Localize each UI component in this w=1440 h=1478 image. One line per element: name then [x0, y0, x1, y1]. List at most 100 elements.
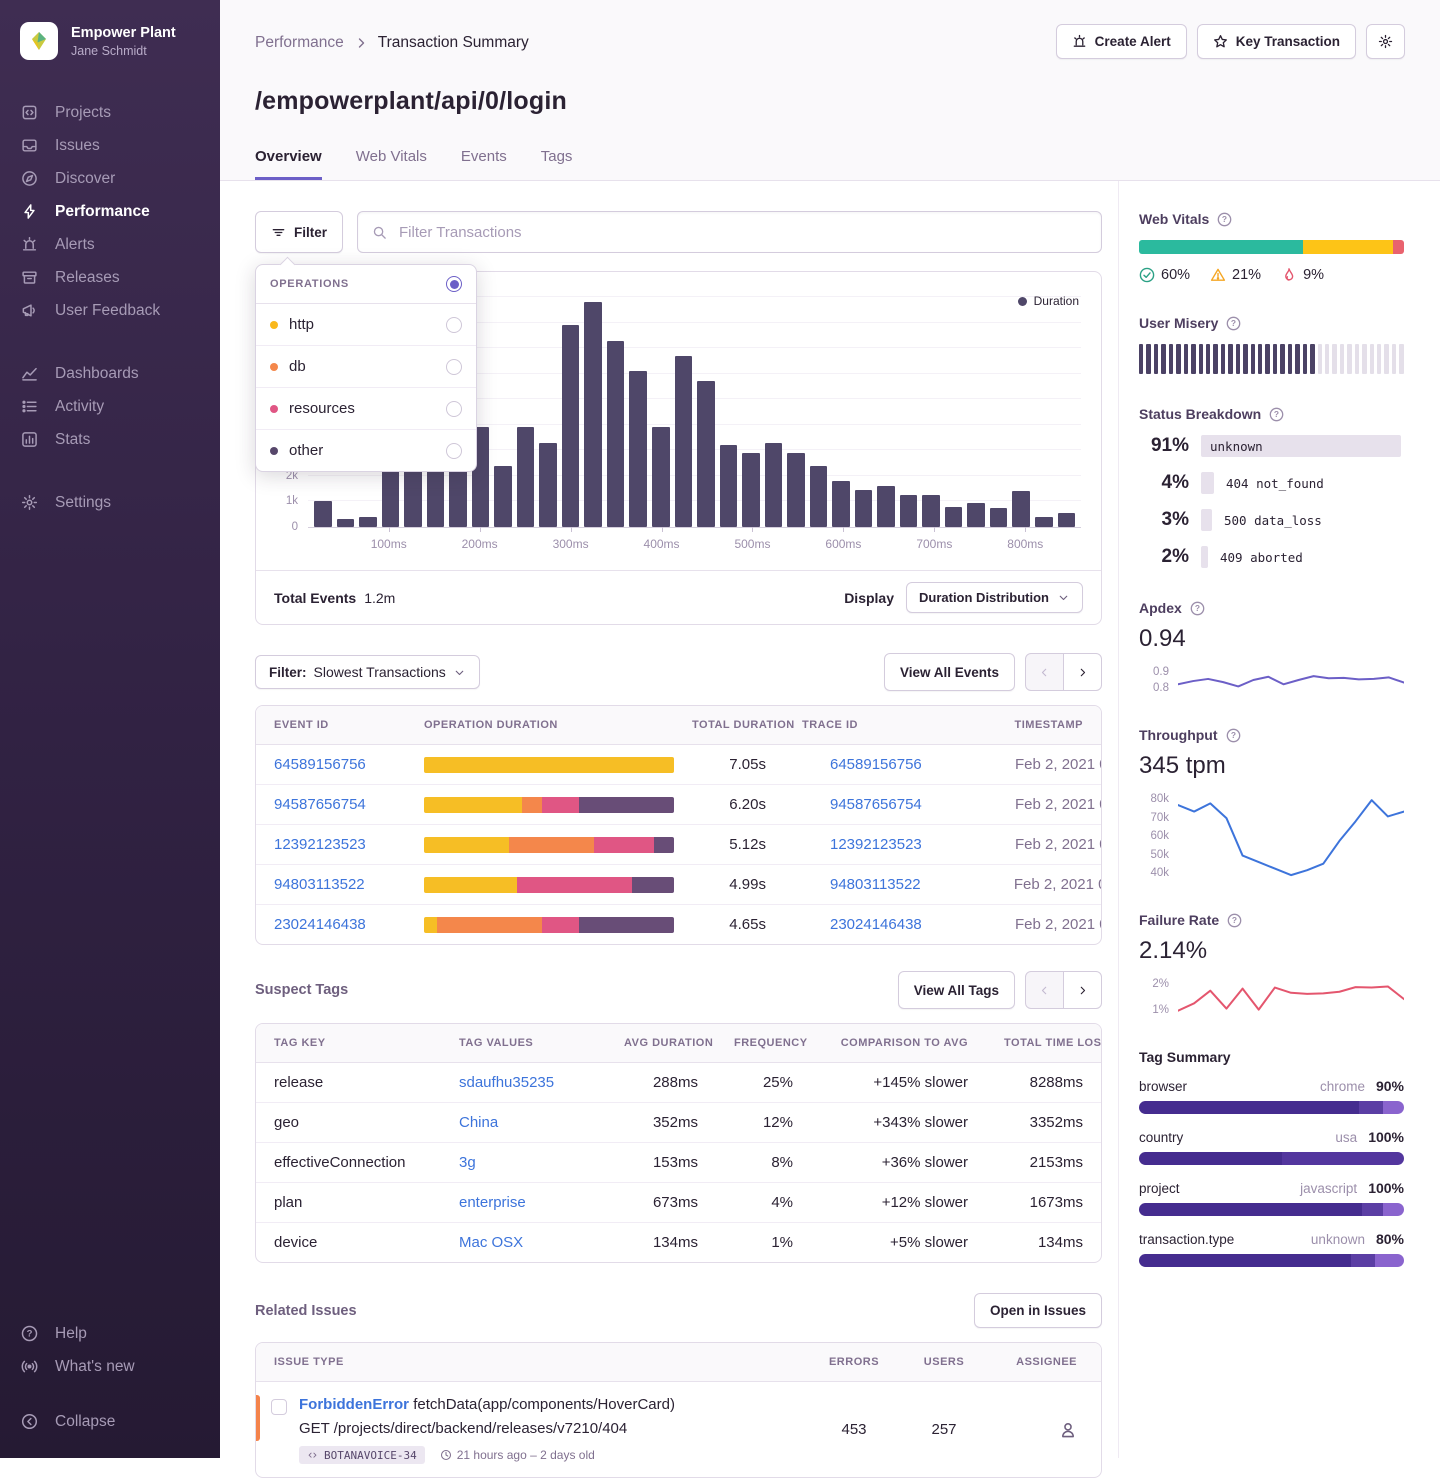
operation-option-http[interactable]: http [256, 304, 476, 345]
histogram-bar[interactable] [765, 443, 783, 527]
tag-value-link[interactable]: enterprise [459, 1194, 526, 1211]
event-row[interactable]: 23024146438 4.65s 23024146438 Feb 2, 202… [256, 904, 1101, 944]
histogram-bar[interactable] [787, 453, 805, 527]
org-switcher[interactable]: Empower Plant Jane Schmidt [0, 22, 220, 60]
tab-events[interactable]: Events [461, 148, 507, 180]
histogram-bar[interactable] [945, 507, 963, 527]
operation-radio[interactable] [446, 359, 462, 375]
event-row[interactable]: 12392123523 5.12s 12392123523 Feb 2, 202… [256, 824, 1101, 864]
operation-option-resources[interactable]: resources [256, 387, 476, 429]
view-all-events-button[interactable]: View All Events [884, 653, 1015, 691]
operations-dropdown-header[interactable]: OPERATIONS [256, 265, 476, 304]
suspect-tag-row[interactable]: release sdaufhu35235 288ms 25% +145% slo… [256, 1063, 1101, 1102]
histogram-bar[interactable] [697, 381, 715, 527]
histogram-bar[interactable] [629, 371, 647, 527]
filter-button[interactable]: Filter [255, 211, 343, 253]
sidebar-item-alerts[interactable]: Alerts [0, 228, 220, 261]
tab-web-vitals[interactable]: Web Vitals [356, 148, 427, 180]
suspect-tag-row[interactable]: device Mac OSX 134ms 1% +5% slower 134ms [256, 1222, 1101, 1262]
sidebar-item-projects[interactable]: Projects [0, 96, 220, 129]
suspect-tag-row[interactable]: plan enterprise 673ms 4% +12% slower 167… [256, 1182, 1101, 1222]
trace-id-link[interactable]: 23024146438 [830, 916, 922, 933]
operation-option-other[interactable]: other [256, 429, 476, 471]
event-id-link[interactable]: 64589156756 [274, 756, 366, 773]
tags-next-page-button[interactable] [1063, 971, 1102, 1009]
sidebar-item-activity[interactable]: Activity [0, 390, 220, 423]
suspect-tag-row[interactable]: geo China 352ms 12% +343% slower 3352ms [256, 1102, 1101, 1142]
sidebar-item-what-s-new[interactable]: What's new [0, 1350, 220, 1383]
sidebar-item-collapse[interactable]: Collapse [0, 1405, 220, 1438]
tag-value-link[interactable]: sdaufhu35235 [459, 1074, 554, 1091]
histogram-bar[interactable] [675, 356, 693, 527]
histogram-bar[interactable] [359, 517, 377, 527]
histogram-bar[interactable] [900, 495, 918, 527]
histogram-bar[interactable] [337, 519, 355, 527]
histogram-bar[interactable] [382, 466, 400, 527]
view-all-tags-button[interactable]: View All Tags [898, 971, 1015, 1009]
histogram-bar[interactable] [539, 443, 557, 527]
histogram-bar[interactable] [584, 302, 602, 527]
event-id-link[interactable]: 23024146438 [274, 916, 366, 933]
histogram-bar[interactable] [1058, 513, 1076, 527]
issue-checkbox[interactable] [271, 1399, 287, 1415]
sidebar-item-issues[interactable]: Issues [0, 129, 220, 162]
event-row[interactable]: 94803113522 4.99s 94803113522 Feb 2, 202… [256, 864, 1101, 904]
tags-prev-page-button[interactable] [1025, 971, 1064, 1009]
trace-id-link[interactable]: 64589156756 [830, 756, 922, 773]
tab-overview[interactable]: Overview [255, 148, 322, 180]
sidebar-item-dashboards[interactable]: Dashboards [0, 357, 220, 390]
histogram-bar[interactable] [922, 495, 940, 527]
histogram-bar[interactable] [607, 341, 625, 527]
trace-id-link[interactable]: 94587656754 [830, 796, 922, 813]
histogram-bar[interactable] [517, 427, 535, 527]
settings-button[interactable] [1366, 24, 1405, 59]
operation-radio[interactable] [446, 317, 462, 333]
event-id-link[interactable]: 12392123523 [274, 836, 366, 853]
histogram-bar[interactable] [990, 508, 1008, 527]
issue-project-badge[interactable]: BOTANAVOICE-34 [299, 1446, 425, 1464]
trace-id-link[interactable]: 94803113522 [830, 876, 921, 893]
operation-radio[interactable] [446, 443, 462, 459]
sidebar-item-settings[interactable]: Settings [0, 486, 220, 519]
event-id-link[interactable]: 94803113522 [274, 876, 365, 893]
operations-all-radio[interactable] [446, 276, 462, 292]
tag-value-link[interactable]: Mac OSX [459, 1234, 523, 1251]
open-in-issues-button[interactable]: Open in Issues [974, 1293, 1102, 1328]
create-alert-button[interactable]: Create Alert [1056, 24, 1187, 59]
sidebar-item-discover[interactable]: Discover [0, 162, 220, 195]
display-select[interactable]: Duration Distribution [906, 582, 1083, 613]
breadcrumb-performance[interactable]: Performance [255, 34, 344, 52]
sidebar-item-performance[interactable]: Performance [0, 195, 220, 228]
histogram-bar[interactable] [877, 486, 895, 527]
events-filter-select[interactable]: Filter: Slowest Transactions [255, 655, 480, 689]
histogram-bar[interactable] [652, 427, 670, 527]
sidebar-item-user-feedback[interactable]: User Feedback [0, 294, 220, 327]
sidebar-item-help[interactable]: ?Help [0, 1317, 220, 1350]
event-id-link[interactable]: 94587656754 [274, 796, 366, 813]
event-row[interactable]: 94587656754 6.20s 94587656754 Feb 2, 202… [256, 784, 1101, 824]
histogram-bar[interactable] [562, 325, 580, 527]
trace-id-link[interactable]: 12392123523 [830, 836, 922, 853]
event-row[interactable]: 64589156756 7.05s 64589156756 Feb 2, 202… [256, 745, 1101, 784]
histogram-bar[interactable] [494, 466, 512, 527]
histogram-bar[interactable] [967, 503, 985, 527]
events-prev-page-button[interactable] [1025, 653, 1064, 691]
issue-type-link[interactable]: ForbiddenError [299, 1396, 409, 1413]
histogram-bar[interactable] [1035, 517, 1053, 527]
sidebar-item-releases[interactable]: Releases [0, 261, 220, 294]
events-next-page-button[interactable] [1063, 653, 1102, 691]
operation-radio[interactable] [446, 401, 462, 417]
issue-row[interactable]: ForbiddenError fetchData(app/components/… [256, 1382, 1101, 1477]
tag-value-link[interactable]: 3g [459, 1154, 476, 1171]
histogram-bar[interactable] [855, 490, 873, 527]
histogram-bar[interactable] [314, 501, 332, 527]
tag-value-link[interactable]: China [459, 1114, 498, 1131]
histogram-bar[interactable] [810, 466, 828, 527]
tab-tags[interactable]: Tags [541, 148, 573, 180]
histogram-bar[interactable] [1012, 491, 1030, 527]
search-input[interactable] [397, 223, 1087, 242]
histogram-bar[interactable] [720, 445, 738, 527]
sidebar-item-stats[interactable]: Stats [0, 423, 220, 456]
histogram-bar[interactable] [742, 453, 760, 527]
operation-option-db[interactable]: db [256, 345, 476, 387]
